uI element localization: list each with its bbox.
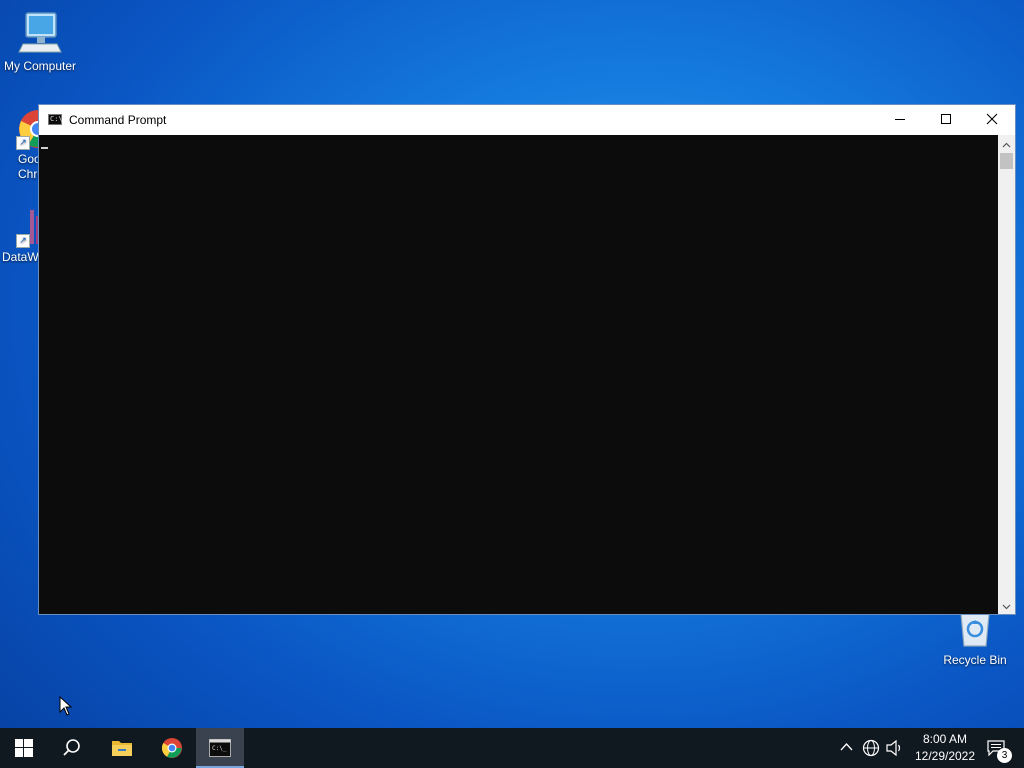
- maximize-icon: [941, 114, 951, 124]
- cmd-icon: C:\: [48, 114, 63, 125]
- scroll-up-button[interactable]: [998, 135, 1015, 152]
- close-icon: [986, 113, 998, 125]
- chevron-up-icon[interactable]: [840, 742, 853, 751]
- chevron-up-icon: [1002, 142, 1011, 148]
- shortcut-arrow-icon: ↗: [16, 136, 30, 150]
- recycle-bin-icon: [960, 613, 990, 647]
- desktop-icon-label: Recycle Bin: [943, 653, 1007, 667]
- vertical-scrollbar[interactable]: [998, 135, 1015, 614]
- search-button[interactable]: [48, 728, 96, 768]
- shortcut-arrow-icon: ↗: [16, 234, 30, 248]
- chevron-down-icon: [1002, 604, 1011, 610]
- computer-icon: [18, 12, 62, 53]
- desktop-icon-my-computer[interactable]: My Computer: [0, 10, 80, 73]
- taskbar: C:\_ 8:00 AM 12/29/2022 3: [0, 728, 1024, 768]
- desktop-icon-recycle-bin[interactable]: Recycle Bin: [935, 612, 1015, 667]
- notification-count-badge: 3: [997, 748, 1012, 763]
- mouse-pointer-icon: [59, 696, 73, 716]
- maximize-button[interactable]: [923, 105, 969, 135]
- command-prompt-window[interactable]: C:\ Command Prompt: [38, 104, 1016, 615]
- svg-text:C:\_: C:\_: [212, 745, 227, 752]
- window-titlebar[interactable]: C:\ Command Prompt: [39, 105, 1015, 135]
- start-button[interactable]: [0, 728, 48, 768]
- scrollbar-thumb[interactable]: [1000, 153, 1013, 169]
- file-explorer-icon: [112, 741, 132, 756]
- close-button[interactable]: [969, 105, 1015, 135]
- clock[interactable]: 8:00 AM 12/29/2022: [910, 731, 980, 765]
- taskbar-chrome[interactable]: [148, 728, 196, 768]
- network-globe-icon[interactable]: [862, 739, 880, 757]
- taskbar-file-explorer[interactable]: [98, 728, 146, 768]
- clock-time: 8:00 AM: [922, 732, 968, 746]
- minimize-button[interactable]: [877, 105, 923, 135]
- volume-icon[interactable]: [886, 740, 904, 756]
- action-center-button[interactable]: 3: [982, 728, 1012, 768]
- window-title: Command Prompt: [69, 113, 167, 127]
- desktop-icon-label: My Computer: [3, 59, 77, 73]
- chrome-icon: [161, 738, 182, 758]
- text-cursor: [41, 147, 48, 149]
- minimize-icon: [895, 119, 905, 120]
- cmd-icon: C:\_: [209, 739, 231, 757]
- windows-start-icon: [15, 739, 33, 757]
- console-output-area[interactable]: [39, 135, 998, 614]
- search-icon: [63, 739, 80, 756]
- scroll-down-button[interactable]: [998, 597, 1015, 614]
- system-tray: 8:00 AM 12/29/2022 3: [836, 728, 1024, 768]
- clock-date: 12/29/2022: [914, 749, 976, 763]
- taskbar-command-prompt[interactable]: C:\_: [196, 728, 244, 768]
